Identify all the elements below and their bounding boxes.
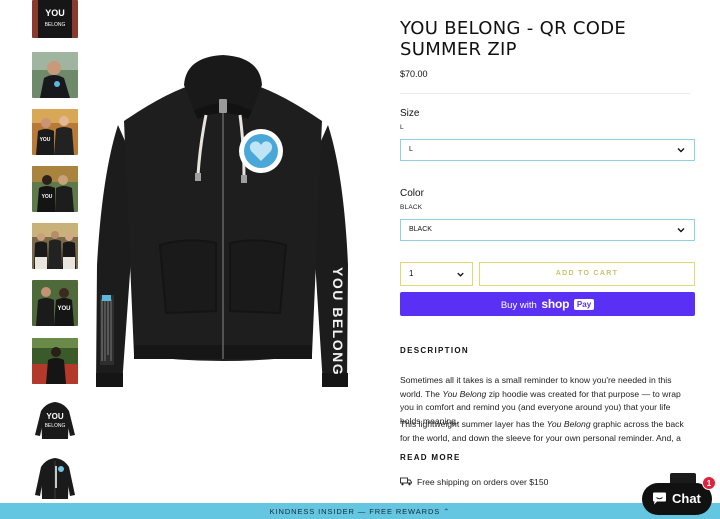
rewards-bar[interactable]: KINDNESS INSIDER — FREE REWARDS ⌃ <box>0 503 720 519</box>
thumbnail-7[interactable] <box>32 338 78 384</box>
desc-p2-emphasis: You Belong <box>546 419 591 429</box>
thumb-you-text: YOU <box>45 8 65 18</box>
size-select[interactable]: L <box>400 139 695 161</box>
color-current-value: BLACK <box>400 204 423 211</box>
hoodie-illustration: YOU BELONG <box>96 55 348 387</box>
description-heading: DESCRIPTION <box>400 346 469 355</box>
chevron-down-icon <box>457 272 464 277</box>
thumb-you-text: YOU <box>40 137 51 143</box>
shipping-note: Free shipping on orders over $150 <box>400 477 548 487</box>
shop-pay-brand: shop <box>541 297 570 311</box>
chat-button[interactable]: Chat <box>642 483 712 515</box>
thumb-belong-text: BELONG <box>45 22 66 28</box>
desc-p1-emphasis: You Belong <box>442 388 487 399</box>
color-select[interactable]: BLACK <box>400 219 695 241</box>
thumb-you-text: YOU <box>42 194 53 200</box>
shop-pay-badge: Pay <box>573 299 595 310</box>
divider <box>400 93 690 94</box>
description-paragraph-2: This lightweight summer layer has the Yo… <box>400 418 693 445</box>
thumbnail-1[interactable]: YOU BELONG <box>32 0 78 38</box>
chevron-down-icon <box>677 148 685 153</box>
thumbnail-5[interactable] <box>32 223 78 269</box>
thumb-you-text: YOU <box>46 412 64 421</box>
color-label: Color <box>400 188 424 199</box>
chat-notification-badge: 1 <box>702 476 716 490</box>
thumbnail-6[interactable]: YOU <box>32 280 78 326</box>
read-more-link[interactable]: READ MORE <box>400 453 461 462</box>
chat-bubble-icon <box>653 492 666 505</box>
thumbnail-3[interactable]: YOU <box>32 109 78 155</box>
size-current-value: L <box>400 124 404 131</box>
thumb-belong-text: BELONG <box>45 423 66 429</box>
quantity-select[interactable]: 1 <box>400 262 473 286</box>
thumbnail-2[interactable] <box>32 52 78 98</box>
thumbnail-8[interactable]: YOU BELONG <box>32 395 78 441</box>
quantity-value: 1 <box>409 269 414 278</box>
product-main-image[interactable]: YOU BELONG <box>88 55 358 395</box>
truck-icon <box>400 477 412 486</box>
product-title: YOU BELONG - QR CODE SUMMER ZIP <box>400 18 627 60</box>
shipping-text: Free shipping on orders over $150 <box>417 477 549 487</box>
chat-label: Chat <box>672 491 701 506</box>
desc-p2-text-a: This lightweight summer layer has the <box>400 419 547 429</box>
color-select-value: BLACK <box>409 226 432 233</box>
size-select-value: L <box>409 146 413 153</box>
shop-pay-prefix: Buy with <box>500 300 537 311</box>
chevron-down-icon <box>677 228 685 233</box>
shop-pay-button[interactable]: Buy with shop Pay <box>400 292 695 316</box>
thumbnail-scrollbar[interactable] <box>55 466 57 488</box>
thumb-you-text: YOU <box>57 306 70 312</box>
size-label: Size <box>400 108 420 119</box>
sleeve-print-text: YOU BELONG <box>330 267 346 376</box>
thumbnail-4[interactable]: YOU <box>32 166 78 212</box>
add-to-cart-button[interactable]: ADD TO CART <box>479 262 695 286</box>
product-price: $70.00 <box>400 69 428 79</box>
